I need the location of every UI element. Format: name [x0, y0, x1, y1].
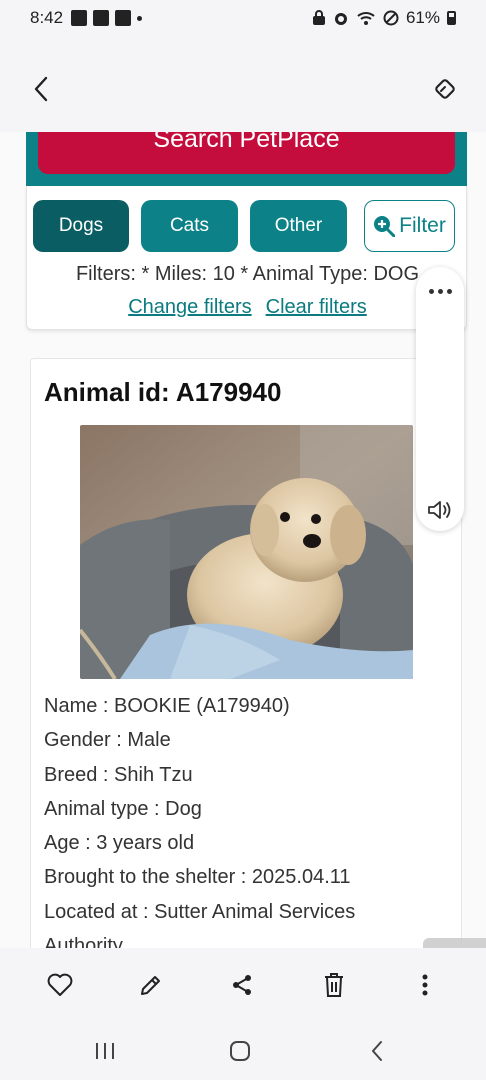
filter-button[interactable]: Filter	[364, 200, 455, 252]
system-icons: 61%	[312, 8, 456, 28]
lock-icon	[312, 10, 325, 25]
filters-summary: Filters: * Miles: 10 * Animal Type: DOG	[75, 263, 420, 285]
alarm-icon	[334, 13, 347, 25]
app-bar	[0, 36, 486, 132]
volume-icon[interactable]	[416, 495, 464, 525]
pencil-icon[interactable]	[136, 970, 166, 1000]
battery-icon	[447, 11, 456, 25]
back-nav-icon[interactable]	[362, 1038, 392, 1064]
search-panel: Search PetPlace	[26, 132, 467, 186]
zoom-in-icon	[374, 216, 396, 237]
status-bar: 8:42 61%	[0, 0, 486, 36]
search-petplace-button[interactable]: Search PetPlace	[38, 132, 455, 174]
filter-card: Dogs Cats Other Filter Filters: * Miles:…	[26, 186, 467, 330]
dogs-chip-label: Dogs	[58, 215, 104, 236]
share-icon[interactable]	[227, 970, 257, 1000]
trash-icon[interactable]	[319, 970, 349, 1000]
bottom-toolbar	[0, 948, 486, 1022]
wifi-icon	[357, 12, 375, 25]
other-chip[interactable]: Other	[250, 200, 347, 252]
muted-notification-icon	[93, 10, 110, 26]
animal-card[interactable]: Animal id: A179940 Name: BOOKIE (A17994…	[30, 358, 462, 948]
system-nav-bar	[0, 1022, 486, 1080]
animal-type: Animal type : Dog	[44, 797, 202, 820]
status-time: 8:42	[30, 8, 64, 27]
recent-apps-icon[interactable]	[90, 1038, 120, 1064]
screen: 8:42 61% Search PetPlace Dogs Cats Other…	[0, 0, 486, 1080]
animal-gender: Gender : Male	[44, 729, 171, 752]
dnd-icon	[383, 10, 399, 26]
heart-icon[interactable]	[45, 970, 75, 1000]
more-vertical-icon[interactable]	[410, 970, 440, 1000]
clear-filters-link[interactable]: Clear filters	[266, 296, 367, 319]
animal-name: Name : BOOKIE (A179940)	[44, 695, 290, 717]
dogs-chip[interactable]: Dogs	[33, 200, 129, 252]
more-notifications-icon	[137, 15, 143, 21]
floating-side-panel	[416, 267, 464, 531]
filter-links: Change filters Clear filters	[27, 296, 468, 319]
dog-photo-image	[80, 425, 413, 679]
app-notification-icon	[115, 10, 132, 26]
web-content: Search PetPlace Dogs Cats Other Filter F…	[0, 132, 486, 948]
animal-id-heading: Animal id: A179940	[44, 377, 282, 407]
animal-details: Name : BOOKIE (A179940) Gender : Male Br…	[44, 689, 355, 948]
cats-chip-label: Cats	[169, 215, 210, 236]
change-filters-link[interactable]: Change filters	[128, 296, 251, 319]
other-chip-label: Other	[274, 215, 323, 236]
cats-chip[interactable]: Cats	[141, 200, 238, 252]
animal-photo[interactable]	[80, 425, 413, 679]
filter-button-label: Filter	[399, 214, 446, 237]
animal-intake-date: Brought to the shelter : 2025.04.11	[44, 866, 351, 889]
notification-icons	[71, 10, 143, 26]
animal-location: Located at : Sutter Animal Services	[44, 900, 356, 923]
animal-age: Age : 3 years old	[44, 832, 195, 855]
more-horizontal-icon[interactable]	[416, 281, 464, 301]
screen-rotate-icon[interactable]	[430, 74, 460, 104]
home-icon[interactable]	[225, 1038, 255, 1064]
search-button-label: Search PetPlace	[153, 132, 340, 153]
animal-breed: Breed : Shih Tzu	[44, 763, 193, 786]
edit-notification-icon	[71, 10, 88, 26]
chevron-left-icon[interactable]	[26, 74, 56, 104]
animal-location-continued: Authority	[44, 935, 123, 948]
battery-percent: 61%	[405, 8, 440, 27]
